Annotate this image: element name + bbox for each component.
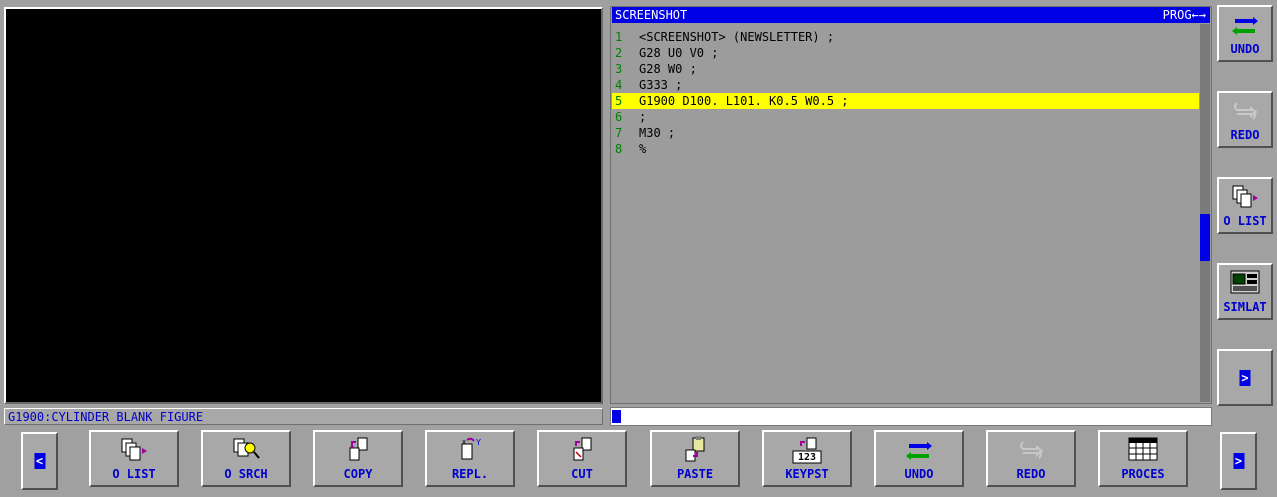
- line-number: 7: [615, 126, 623, 140]
- program-line[interactable]: 1 <SCREENSHOT> (NEWSLETTER) ;: [612, 29, 1199, 45]
- key-input-line[interactable]: [610, 407, 1212, 426]
- replace-button[interactable]: x Y REPL.: [425, 430, 515, 487]
- cut-label: CUT: [571, 467, 593, 481]
- redo-label: REDO: [1230, 128, 1260, 142]
- line-number: 6: [615, 110, 623, 124]
- program-line[interactable]: 8%: [612, 141, 1199, 157]
- line-number: 8: [615, 142, 623, 156]
- simulation-icon: [1230, 270, 1260, 294]
- bottom-prev-button[interactable]: <: [21, 432, 58, 490]
- input-cursor: [612, 410, 621, 423]
- undo-button[interactable]: UNDO: [1217, 5, 1273, 62]
- bottom-o-list-button[interactable]: O LIST: [89, 430, 179, 487]
- program-line-active[interactable]: 5 G1900 D100. L101. K0.5 W0.5 ;: [612, 93, 1199, 109]
- simlat-button[interactable]: SIMLAT: [1217, 263, 1273, 320]
- svg-text:x: x: [462, 438, 466, 446]
- o-srch-button[interactable]: O SRCH: [201, 430, 291, 487]
- o-list-label: O LIST: [112, 467, 156, 481]
- line-code: G28 U0 V0 ;: [639, 46, 719, 60]
- line-code: ;: [639, 110, 647, 124]
- copy-icon: [349, 437, 368, 461]
- o-list-button[interactable]: O LIST: [1217, 177, 1273, 234]
- undo-label: UNDO: [904, 467, 934, 481]
- graphic-status-bar: G1900:CYLINDER BLANK FIGURE: [4, 408, 603, 425]
- paste-button[interactable]: PASTE: [650, 430, 740, 487]
- line-code: %: [639, 142, 647, 156]
- program-list-icon: [121, 438, 147, 461]
- program-list-icon: [1232, 185, 1258, 208]
- editor-mode: PROG←→: [1162, 8, 1206, 22]
- program-line[interactable]: 2 G28 U0 V0 ;: [612, 45, 1199, 61]
- program-line[interactable]: 3 G28 W0 ;: [612, 61, 1199, 77]
- program-line[interactable]: 4 G333 ;: [612, 77, 1199, 93]
- replace-icon: x Y: [461, 437, 481, 460]
- keypst-label: KEYPST: [785, 467, 829, 481]
- o-srch-label: O SRCH: [224, 467, 268, 481]
- bottom-next-button[interactable]: >: [1220, 432, 1257, 490]
- paste-icon: [685, 436, 705, 462]
- program-line[interactable]: 7 M30 ;: [612, 125, 1199, 141]
- simlat-label: SIMLAT: [1223, 300, 1267, 314]
- editor-lines[interactable]: 1 <SCREENSHOT> (NEWSLETTER) ; 2 G28 U0 V0 …: [612, 29, 1199, 401]
- line-number: 1: [615, 30, 623, 44]
- editor-title: SCREENSHOT: [615, 8, 688, 22]
- right-next-button[interactable]: >: [1217, 349, 1273, 406]
- line-code: <SCREENSHOT> (NEWSLETTER) ;: [639, 30, 835, 44]
- key-paste-icon-text: 123: [797, 452, 817, 463]
- o-list-label: O LIST: [1223, 214, 1267, 228]
- replace-label: REPL.: [451, 467, 489, 481]
- bottom-redo-button[interactable]: REDO: [986, 430, 1076, 487]
- chevron-right-icon: >: [1239, 369, 1251, 386]
- line-number: 5: [615, 94, 623, 108]
- redo-label: REDO: [1016, 467, 1046, 481]
- paste-label: PASTE: [676, 467, 714, 481]
- line-number: 3: [615, 62, 623, 76]
- undo-icon: [1232, 17, 1258, 35]
- graphic-status-text: G1900:CYLINDER BLANK FIGURE: [8, 410, 204, 424]
- line-code: G28 W0 ;: [639, 62, 697, 76]
- editor-title-bar: SCREENSHOT PROG←→: [612, 7, 1210, 23]
- undo-icon: [906, 442, 932, 460]
- program-line[interactable]: 6;: [612, 109, 1199, 125]
- line-number: 4: [615, 78, 623, 92]
- redo-icon: [1020, 441, 1044, 459]
- process-table-icon: [1128, 437, 1158, 461]
- proces-label: PROCES: [1121, 467, 1165, 481]
- editor-scrollbar-thumb[interactable]: [1200, 214, 1210, 261]
- cut-icon: [573, 437, 592, 461]
- line-code: M30 ;: [639, 126, 676, 140]
- line-code: G333 ;: [639, 78, 683, 92]
- proces-button[interactable]: PROCES: [1098, 430, 1188, 487]
- redo-button[interactable]: REDO: [1217, 91, 1273, 148]
- copy-button[interactable]: COPY: [313, 430, 403, 487]
- redo-icon: [1234, 102, 1258, 120]
- editor-scrollbar[interactable]: [1200, 24, 1210, 402]
- bottom-undo-button[interactable]: UNDO: [874, 430, 964, 487]
- chevron-left-icon: <: [34, 453, 45, 469]
- line-number: 2: [615, 46, 623, 60]
- cut-button[interactable]: CUT: [537, 430, 627, 487]
- graphics-window: [4, 7, 603, 404]
- svg-text:Y: Y: [475, 438, 481, 447]
- keypst-button[interactable]: 123 KEYPST: [762, 430, 852, 487]
- copy-label: COPY: [343, 467, 373, 481]
- chevron-right-icon: >: [1233, 453, 1244, 469]
- undo-label: UNDO: [1230, 42, 1260, 56]
- program-search-icon: [233, 438, 260, 459]
- line-code: G1900 D100. L101. K0.5 W0.5 ;: [639, 94, 849, 108]
